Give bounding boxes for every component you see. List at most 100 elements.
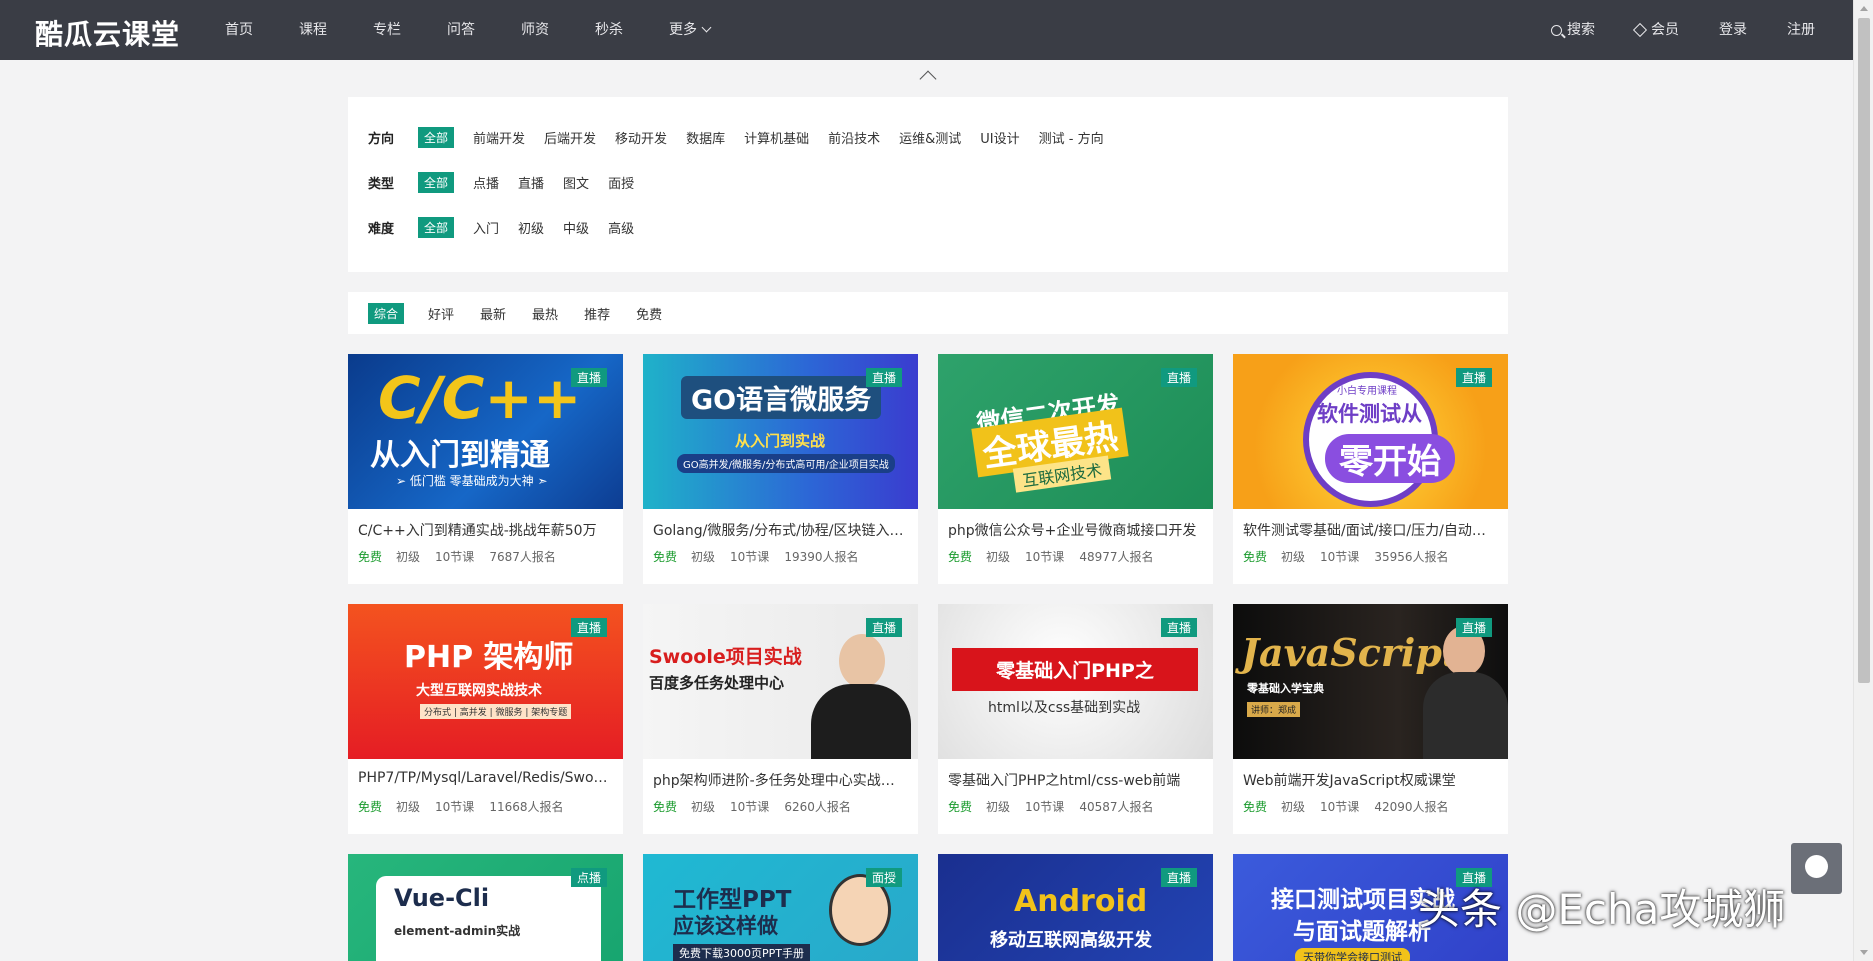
course-title[interactable]: PHP7/TP/Mysql/Laravel/Redis/Swoole xyxy=(358,770,613,786)
sort-option[interactable]: 综合 xyxy=(368,302,405,324)
thumb-subheadline: 零开始 xyxy=(1325,434,1455,483)
chevron-down-icon xyxy=(701,22,712,33)
scroll-up-arrow-icon[interactable] xyxy=(1860,6,1868,11)
search-link[interactable]: 搜索 xyxy=(1551,0,1595,60)
course-card[interactable]: 小白专用课程 软件测试从 零开始 直播 软件测试零基础/面试/接口/压力/自动化… xyxy=(1233,354,1508,584)
sort-option[interactable]: 最热 xyxy=(532,304,558,323)
course-meta: 免费 初级 10节课 19390人报名 xyxy=(653,548,874,565)
course-title[interactable]: php微信公众号+企业号微商城接口开发 xyxy=(948,520,1203,540)
course-type-badge: 直播 xyxy=(570,368,607,387)
nav-qa[interactable]: 问答 xyxy=(447,0,475,60)
course-thumbnail[interactable]: PHP 架构师 大型互联网实战技术 分布式 | 高并发 | 微服务 | 架构专题… xyxy=(348,604,623,759)
nav-columns[interactable]: 专栏 xyxy=(373,0,401,60)
sort-option[interactable]: 好评 xyxy=(428,304,454,323)
filter-option[interactable]: 数据库 xyxy=(686,128,725,147)
thumb-subheadline: 百度多任务处理中心 xyxy=(649,674,785,692)
page-scrollbar[interactable] xyxy=(1853,0,1873,961)
course-thumbnail[interactable]: GO语言微服务 从入门到实战 GO高并发/微服务/分布式高可用/企业项目实战 直… xyxy=(643,354,918,509)
course-lessons: 10节课 xyxy=(1320,800,1360,814)
filter-option[interactable]: 中级 xyxy=(563,218,589,237)
course-thumbnail[interactable]: 微信二次开发 全球最热 互联网技术 直播 xyxy=(938,354,1213,509)
course-card[interactable]: 零基础入门PHP之 html以及css基础到实战 直播 零基础入门PHP之htm… xyxy=(938,604,1213,834)
course-thumbnail[interactable]: 小白专用课程 软件测试从 零开始 直播 xyxy=(1233,354,1508,509)
nav-home[interactable]: 首页 xyxy=(225,0,253,60)
support-chat-button[interactable] xyxy=(1791,843,1842,894)
thumb-subheadline: 移动互联网高级开发 xyxy=(990,930,1152,951)
filter-option[interactable]: 高级 xyxy=(608,218,634,237)
site-logo[interactable]: 酷瓜云课堂 xyxy=(35,13,180,53)
course-card[interactable]: GO语言微服务 从入门到实战 GO高并发/微服务/分布式高可用/企业项目实战 直… xyxy=(643,354,918,584)
scroll-thumb[interactable] xyxy=(1858,18,1870,683)
sort-bar: 综合 好评 最新 最热 推荐 免费 xyxy=(348,292,1508,334)
filter-option[interactable]: 后端开发 xyxy=(544,128,596,147)
course-enrolled: 19390人报名 xyxy=(784,550,859,564)
course-type-badge: 面授 xyxy=(865,868,902,887)
course-title[interactable]: 零基础入门PHP之html/css-web前端 xyxy=(948,770,1203,790)
nav-flash-sale[interactable]: 秒杀 xyxy=(595,0,623,60)
course-card[interactable]: PHP 架构师 大型互联网实战技术 分布式 | 高并发 | 微服务 | 架构专题… xyxy=(348,604,623,834)
instructor-photo-body xyxy=(1423,672,1508,759)
watermark: 头条 @Echa攻城狮 xyxy=(1418,885,1786,934)
sort-option[interactable]: 免费 xyxy=(636,304,662,323)
filter-option[interactable]: 直播 xyxy=(518,173,544,192)
course-card[interactable]: C/C++ 从入门到精通 ➢ 低门槛 零基础成为大神 ➣ 直播 C/C++入门到… xyxy=(348,354,623,584)
filter-option[interactable]: 初级 xyxy=(518,218,544,237)
course-type-badge: 直播 xyxy=(1160,368,1197,387)
course-card[interactable]: Vue-Cli element-admin实战 点播 xyxy=(348,854,623,961)
course-type-badge: 直播 xyxy=(1160,868,1197,887)
filter-option[interactable]: 前端开发 xyxy=(473,128,525,147)
filter-option[interactable]: 前沿技术 xyxy=(828,128,880,147)
course-title[interactable]: Golang/微服务/分布式/协程/区块链入门到精通 xyxy=(653,520,908,540)
course-card[interactable]: Android 移动互联网高级开发 直播 xyxy=(938,854,1213,961)
course-level: 初级 xyxy=(986,550,1011,564)
thumb-headline: 软件测试从 xyxy=(1317,402,1422,426)
course-title[interactable]: Web前端开发JavaScript权威课堂 xyxy=(1243,770,1498,790)
diamond-icon xyxy=(1632,22,1648,38)
course-price: 免费 xyxy=(948,800,973,814)
login-link[interactable]: 登录 xyxy=(1719,0,1747,60)
vip-label: 会员 xyxy=(1651,22,1679,38)
filter-option[interactable]: UI设计 xyxy=(980,128,1019,147)
collapse-filter-chevron-up-icon[interactable] xyxy=(919,70,937,88)
instructor-photo-body xyxy=(811,684,911,759)
thumb-headline: C/C++ xyxy=(378,364,582,432)
nav-teachers[interactable]: 师资 xyxy=(521,0,549,60)
course-title[interactable]: 软件测试零基础/面试/接口/压力/自动化测试实战 xyxy=(1243,520,1498,540)
filter-option[interactable]: 点播 xyxy=(473,173,499,192)
scroll-down-arrow-icon[interactable] xyxy=(1860,950,1868,955)
filter-option[interactable]: 测试 - 方向 xyxy=(1039,128,1104,147)
filter-option[interactable]: 全部 xyxy=(418,216,455,238)
filter-option[interactable]: 移动开发 xyxy=(615,128,667,147)
course-level: 初级 xyxy=(1281,800,1306,814)
nav-more[interactable]: 更多 xyxy=(669,0,712,60)
course-thumbnail[interactable]: C/C++ 从入门到精通 ➢ 低门槛 零基础成为大神 ➣ 直播 xyxy=(348,354,623,509)
course-thumbnail[interactable]: JavaScript 零基础入学宝典 讲师：郑成 直播 xyxy=(1233,604,1508,759)
course-thumbnail[interactable]: Android 移动互联网高级开发 直播 xyxy=(938,854,1213,961)
course-card[interactable]: 微信二次开发 全球最热 互联网技术 直播 php微信公众号+企业号微商城接口开发… xyxy=(938,354,1213,584)
vip-link[interactable]: 会员 xyxy=(1632,0,1679,60)
nav-courses[interactable]: 课程 xyxy=(299,0,327,60)
thumb-headline: Swoole项目实战 xyxy=(649,646,802,668)
thumb-subheadline: 与面试题解析 xyxy=(1293,919,1431,945)
sort-option[interactable]: 最新 xyxy=(480,304,506,323)
filter-option[interactable]: 计算机基础 xyxy=(744,128,809,147)
course-card[interactable]: JavaScript 零基础入学宝典 讲师：郑成 直播 Web前端开发JavaS… xyxy=(1233,604,1508,834)
course-thumbnail[interactable]: Swoole项目实战 百度多任务处理中心 直播 xyxy=(643,604,918,759)
course-card[interactable]: 工作型PPT 应该这样做 免费下载3000页PPT手册 面授 xyxy=(643,854,918,961)
filter-option[interactable]: 全部 xyxy=(418,126,455,148)
course-thumbnail[interactable]: 工作型PPT 应该这样做 免费下载3000页PPT手册 面授 xyxy=(643,854,918,961)
course-title[interactable]: C/C++入门到精通实战-挑战年薪50万 xyxy=(358,520,613,540)
filter-option[interactable]: 面授 xyxy=(608,173,634,192)
course-thumbnail[interactable]: 零基础入门PHP之 html以及css基础到实战 直播 xyxy=(938,604,1213,759)
course-title[interactable]: php架构师进阶-多任务处理中心实战高并发 xyxy=(653,770,908,790)
course-enrolled: 35956人报名 xyxy=(1374,550,1449,564)
course-thumbnail[interactable]: Vue-Cli element-admin实战 点播 xyxy=(348,854,623,961)
filter-option[interactable]: 入门 xyxy=(473,218,499,237)
sort-option[interactable]: 推荐 xyxy=(584,304,610,323)
course-meta: 免费 初级 10节课 11668人报名 xyxy=(358,798,579,815)
filter-option[interactable]: 运维&测试 xyxy=(899,128,961,147)
filter-option[interactable]: 全部 xyxy=(418,171,455,193)
filter-option[interactable]: 图文 xyxy=(563,173,589,192)
register-link[interactable]: 注册 xyxy=(1787,0,1815,60)
course-card[interactable]: Swoole项目实战 百度多任务处理中心 直播 php架构师进阶-多任务处理中心… xyxy=(643,604,918,834)
